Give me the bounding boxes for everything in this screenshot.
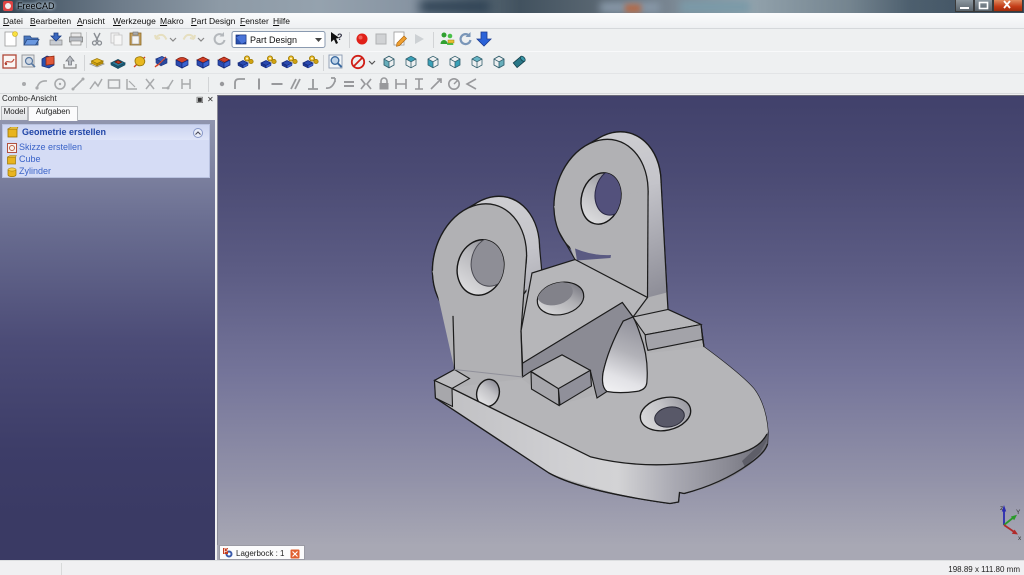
- svg-text:?: ?: [337, 32, 343, 42]
- svg-text:Y: Y: [1016, 509, 1021, 516]
- svg-text:x: x: [1018, 535, 1022, 542]
- svg-text:z: z: [1000, 505, 1003, 512]
- svg-text:Part Design: Part Design: [250, 35, 297, 45]
- svg-text:P: P: [224, 549, 229, 556]
